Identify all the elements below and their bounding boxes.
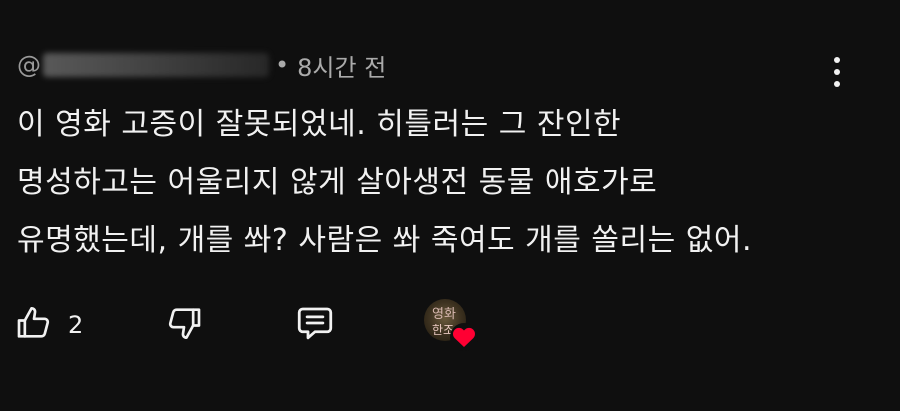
meta-separator: • <box>275 51 290 79</box>
more-vertical-icon <box>834 57 840 63</box>
creator-heart-badge: 영화 한조 <box>424 299 490 353</box>
author-name-redacted <box>43 53 269 77</box>
heart-icon <box>450 323 478 351</box>
comment-item: @ • 8시간 전 이 영화 고증이 잘못되었네. 히틀러는 그 잔인한 명성하… <box>0 0 900 411</box>
like-button[interactable]: 2 <box>14 300 83 350</box>
dislike-button[interactable] <box>164 300 204 350</box>
more-vertical-icon-dot <box>834 81 840 87</box>
thumbs-up-icon <box>14 303 54 347</box>
like-count: 2 <box>68 311 84 339</box>
author-handle[interactable]: @ <box>17 48 269 82</box>
author-at-sign: @ <box>17 51 41 79</box>
comment-line: 이 영화 고증이 잘못되었네. 히틀러는 그 잔인한 <box>17 107 622 142</box>
creator-avatar-text: 영화 <box>432 307 456 322</box>
comment-line: 명성하고는 어울리지 않게 살아생전 동물 애호가로 <box>17 165 658 200</box>
reply-comment-icon <box>294 302 336 348</box>
reply-button[interactable] <box>294 300 336 350</box>
comment-meta: @ • 8시간 전 <box>17 48 386 82</box>
more-options-button[interactable] <box>824 52 850 92</box>
more-vertical-icon-dot <box>834 69 840 75</box>
comment-line: 유명했는데, 개를 쏴? 사람은 쏴 죽여도 개를 쏠리는 없어. <box>17 223 752 258</box>
thumbs-down-icon <box>164 303 204 347</box>
comment-timestamp[interactable]: 8시간 전 <box>297 48 386 83</box>
comment-text: 이 영화 고증이 잘못되었네. 히틀러는 그 잔인한 명성하고는 어울리지 않게… <box>17 96 857 270</box>
comment-actions: 2 영화 한조 <box>14 299 514 353</box>
